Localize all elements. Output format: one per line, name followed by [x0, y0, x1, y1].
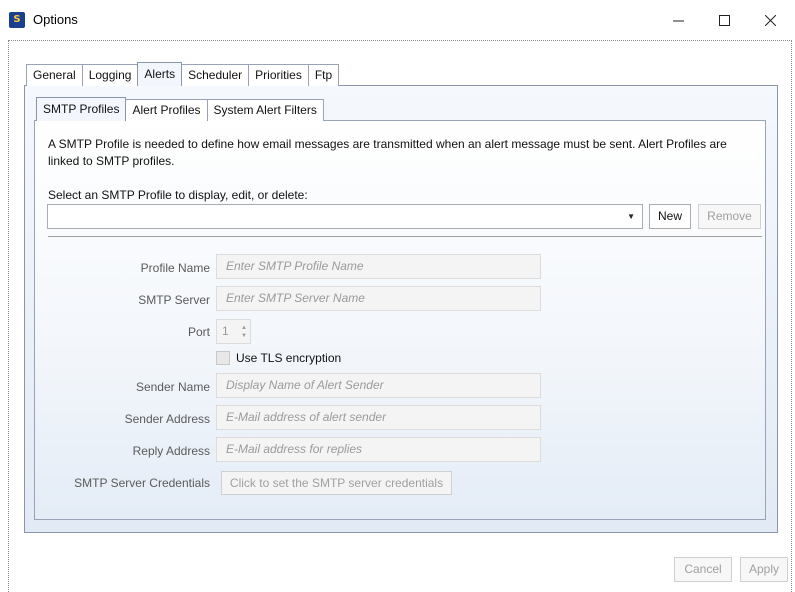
smtp-server-label: SMTP Server [138, 293, 210, 307]
minimize-button[interactable] [655, 0, 701, 40]
close-icon [764, 14, 776, 26]
remove-profile-button[interactable]: Remove [698, 204, 761, 229]
tab-scheduler[interactable]: Scheduler [181, 64, 250, 86]
credentials-label: SMTP Server Credentials [74, 476, 210, 490]
select-profile-prompt: Select an SMTP Profile to display, edit,… [48, 188, 308, 202]
profile-name-label: Profile Name [140, 261, 210, 275]
close-button[interactable] [747, 0, 793, 40]
section-divider [48, 236, 762, 237]
reply-address-label: Reply Address [132, 444, 210, 458]
maximize-icon [718, 14, 730, 26]
title-bar: S Options [0, 0, 795, 40]
tab-ftp[interactable]: Ftp [307, 64, 340, 86]
tab-general[interactable]: General [26, 64, 83, 86]
alerts-sub-tab-strip: SMTP Profiles Alert Profiles System Aler… [36, 97, 324, 121]
tab-priorities[interactable]: Priorities [248, 64, 309, 86]
port-value: 1 [222, 324, 229, 338]
chevron-down-icon[interactable]: ▼ [241, 333, 247, 339]
sender-address-input[interactable]: E-Mail address of alert sender [216, 405, 541, 430]
smtp-description: A SMTP Profile is needed to define how e… [48, 137, 727, 168]
reply-address-input[interactable]: E-Mail address for replies [216, 437, 541, 462]
apply-button[interactable]: Apply [740, 557, 788, 582]
minimize-icon [672, 20, 684, 21]
use-tls-checkbox[interactable] [216, 351, 230, 365]
sender-name-label: Sender Name [135, 380, 210, 394]
chevron-up-icon[interactable]: ▲ [241, 325, 247, 331]
smtp-server-input[interactable]: Enter SMTP Server Name [216, 286, 541, 311]
cancel-button[interactable]: Cancel [674, 557, 732, 582]
options-tab-strip: General Logging Alerts Scheduler Priorit… [26, 62, 340, 86]
app-logo-icon[interactable]: S [9, 12, 25, 28]
tab-logging[interactable]: Logging [81, 64, 139, 86]
port-stepper[interactable]: 1 ▲ ▼ [216, 319, 251, 344]
maximize-button[interactable] [701, 0, 747, 40]
tab-system-alert-filters[interactable]: System Alert Filters [206, 99, 324, 121]
window-title: Options [33, 12, 78, 27]
smtp-profile-dropdown[interactable]: ▼ [47, 204, 643, 229]
tab-smtp-profiles[interactable]: SMTP Profiles [36, 97, 127, 121]
set-credentials-button[interactable]: Click to set the SMTP server credentials [221, 471, 452, 495]
tab-alert-profiles[interactable]: Alert Profiles [125, 99, 208, 121]
sender-name-input[interactable]: Display Name of Alert Sender [216, 373, 541, 398]
new-profile-button[interactable]: New [649, 204, 691, 229]
profile-name-input[interactable]: Enter SMTP Profile Name [216, 254, 541, 279]
use-tls-label: Use TLS encryption [236, 351, 342, 365]
chevron-down-icon: ▼ [627, 212, 635, 221]
tab-alerts[interactable]: Alerts [137, 62, 183, 86]
sender-address-label: Sender Address [124, 412, 210, 426]
port-label: Port [187, 325, 210, 339]
